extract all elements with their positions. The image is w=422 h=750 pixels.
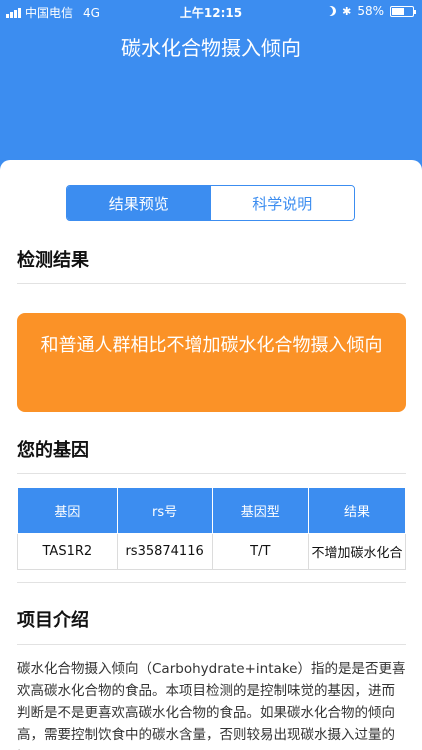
header-result: 结果 xyxy=(308,487,406,534)
tab-science-explanation[interactable]: 科学说明 xyxy=(210,186,354,220)
intro-text: 碳水化合物摄入倾向（Carbohydrate+intake）指的是是否更喜欢高碳… xyxy=(17,661,406,750)
bluetooth-icon: ✱ xyxy=(342,4,352,18)
divider xyxy=(17,283,406,284)
header-genotype: 基因型 xyxy=(211,487,310,534)
table-header-row: 基因 rs号 基因型 结果 xyxy=(17,487,406,534)
header-rs: rs号 xyxy=(116,487,213,534)
content-card: 结果预览 科学说明 检测结果 和普通人群相比不增加碳水化合物摄入倾向 您的基因 … xyxy=(0,160,422,750)
status-right: ✱ 58% xyxy=(326,4,416,18)
header-banner: 中国电信 4G 上午12:15 ✱ 58% 碳水化合物摄入倾向 xyxy=(0,0,422,176)
gene-table: 基因 rs号 基因型 结果 TAS1R2 rs35874116 T/T 不增加碳… xyxy=(17,487,406,570)
cell-genotype: T/T xyxy=(211,533,310,570)
section-title-genes: 您的基因 xyxy=(17,440,89,461)
header-gene: 基因 xyxy=(17,487,118,534)
result-text: 和普通人群相比不增加碳水化合物摄入倾向 xyxy=(40,335,383,356)
table-row: TAS1R2 rs35874116 T/T 不增加碳水化合 xyxy=(17,533,406,570)
divider xyxy=(17,582,406,583)
cell-result: 不增加碳水化合 xyxy=(308,533,406,570)
battery-icon xyxy=(390,5,416,17)
segment-tabs: 结果预览 科学说明 xyxy=(66,185,355,221)
moon-icon xyxy=(326,6,336,16)
section-title-result: 检测结果 xyxy=(17,250,89,271)
result-box: 和普通人群相比不增加碳水化合物摄入倾向 xyxy=(17,313,406,412)
tab-result-preview[interactable]: 结果预览 xyxy=(67,186,211,220)
status-bar: 中国电信 4G 上午12:15 ✱ 58% xyxy=(0,0,422,24)
section-title-intro: 项目介绍 xyxy=(17,610,89,631)
divider xyxy=(17,644,406,645)
divider xyxy=(17,473,406,474)
page-title: 碳水化合物摄入倾向 xyxy=(121,36,301,60)
cell-rs: rs35874116 xyxy=(116,533,213,570)
battery-fill xyxy=(392,7,404,15)
cell-gene: TAS1R2 xyxy=(17,533,118,570)
battery-percent: 58% xyxy=(357,4,384,18)
